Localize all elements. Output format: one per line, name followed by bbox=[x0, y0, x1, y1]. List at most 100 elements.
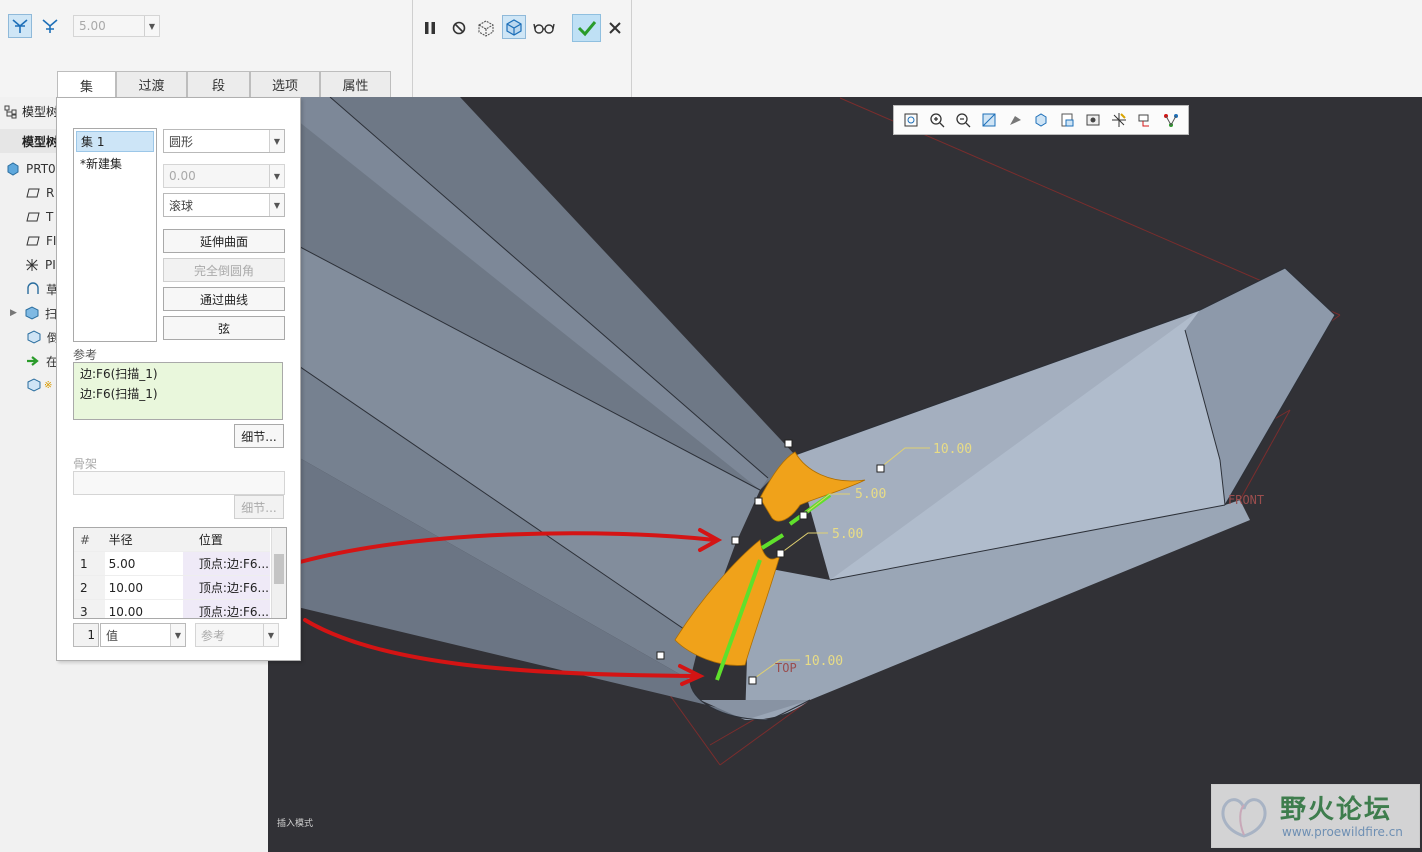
column-header-index: # bbox=[74, 528, 105, 552]
tab-sets[interactable]: 集 bbox=[57, 71, 116, 98]
shape-select[interactable]: 圆形 ▼ bbox=[163, 129, 285, 153]
button-label: 完全倒圆角 bbox=[193, 263, 254, 278]
display-style-icon[interactable] bbox=[1005, 110, 1025, 130]
location-cell[interactable]: 顶点:边:F6... bbox=[182, 575, 270, 600]
perspective-icon[interactable] bbox=[1083, 110, 1103, 130]
tree-item-sweep[interactable]: ▶ 扫 bbox=[10, 301, 57, 325]
select-value: 参考 bbox=[201, 628, 226, 643]
table-row[interactable]: 3 10.00 顶点:边:F6... bbox=[74, 599, 270, 618]
model-tree-header[interactable]: 模型树 bbox=[4, 103, 58, 120]
coordinate-system-icon bbox=[26, 259, 38, 271]
dashboard-ribbon: 5.00 ▼ 集 过渡 段 选项 属性 bbox=[0, 0, 1422, 98]
references-details-button[interactable]: 细节... bbox=[234, 424, 284, 448]
tab-label: 过渡 bbox=[138, 79, 165, 94]
through-curve-button[interactable]: 通过曲线 bbox=[163, 287, 285, 311]
location-cell[interactable]: 顶点:边:F6... bbox=[182, 551, 270, 576]
tree-item-datum-right[interactable]: R bbox=[26, 181, 54, 205]
tree-item-label: R bbox=[46, 186, 55, 200]
mode-select[interactable]: 值 ▼ bbox=[100, 623, 186, 647]
sketch-icon bbox=[27, 282, 39, 294]
chevron-down-icon: ▼ bbox=[269, 130, 284, 152]
tab-properties[interactable]: 属性 bbox=[320, 71, 391, 97]
constant-radius-icon[interactable] bbox=[8, 14, 32, 38]
radius-table[interactable]: # 半径 位置 1 5.00 顶点:边:F6... 2 10.00 顶点:边:F… bbox=[73, 527, 287, 619]
tree-item-label: ※ bbox=[44, 379, 53, 391]
sets-list[interactable]: 集 1 *新建集 bbox=[73, 128, 157, 342]
variable-radius-icon[interactable] bbox=[38, 14, 62, 38]
references-collector[interactable]: 边:F6(扫描_1) 边:F6(扫描_1) bbox=[73, 362, 283, 420]
datum-display-icon[interactable] bbox=[1109, 110, 1129, 130]
button-label: 通过曲线 bbox=[199, 292, 248, 307]
skeleton-collector bbox=[73, 471, 285, 495]
set-item-1[interactable]: 集 1 bbox=[76, 131, 154, 152]
sets-panel: 集 1 *新建集 圆形 ▼ 0.00 ▼ 滚球 ▼ 延伸曲面 完全倒圆角 通过曲… bbox=[56, 97, 301, 661]
forum-watermark: 野火论坛 www.proewildfire.cn bbox=[1211, 784, 1420, 848]
row-count-value: 1 bbox=[87, 628, 95, 642]
no-preview-icon[interactable] bbox=[447, 16, 471, 40]
row-index: 1 bbox=[74, 551, 105, 576]
radius-cell[interactable]: 5.00 bbox=[104, 551, 183, 576]
pause-icon[interactable] bbox=[418, 16, 442, 40]
saved-views-icon[interactable] bbox=[1031, 110, 1051, 130]
scrollbar-thumb[interactable] bbox=[274, 554, 284, 584]
repaint-icon[interactable] bbox=[979, 110, 999, 130]
skeleton-label: 骨架 bbox=[73, 457, 98, 471]
radius-cell[interactable]: 10.00 bbox=[104, 599, 183, 618]
sweep-icon bbox=[25, 306, 39, 320]
chevron-down-icon: ▼ bbox=[170, 624, 185, 646]
tree-item-datum-top[interactable]: T bbox=[26, 205, 53, 229]
attached-preview-icon[interactable] bbox=[502, 15, 526, 39]
zoom-out-icon[interactable] bbox=[953, 110, 973, 130]
tab-label: 属性 bbox=[342, 79, 369, 94]
row-count-field: 1 bbox=[73, 623, 99, 647]
tree-item-sketch[interactable]: 草 bbox=[26, 277, 58, 301]
radius-cell[interactable]: 10.00 bbox=[104, 575, 183, 600]
view-manager-icon[interactable] bbox=[1057, 110, 1077, 130]
geometry-preview-icon[interactable] bbox=[474, 16, 498, 40]
chordal-button[interactable]: 弦 bbox=[163, 316, 285, 340]
cancel-x-icon[interactable] bbox=[603, 16, 627, 40]
ok-checkmark-icon[interactable] bbox=[572, 14, 601, 42]
verify-glasses-icon[interactable] bbox=[532, 16, 556, 40]
tree-item-round[interactable]: 倒 bbox=[26, 325, 59, 349]
rho-value-select: 0.00 ▼ bbox=[163, 164, 285, 188]
tab-options[interactable]: 选项 bbox=[250, 71, 320, 97]
ribbon-divider bbox=[412, 0, 413, 97]
column-title: 模型树 bbox=[22, 135, 59, 149]
spin-center-icon[interactable] bbox=[1161, 110, 1181, 130]
round-icon bbox=[27, 330, 41, 344]
radius-value-combo[interactable]: 5.00 ▼ bbox=[73, 15, 160, 37]
tab-transitions[interactable]: 过渡 bbox=[116, 71, 187, 97]
extend-surfaces-button[interactable]: 延伸曲面 bbox=[163, 229, 285, 253]
reference-item[interactable]: 边:F6(扫描_1) bbox=[80, 365, 276, 382]
expand-arrow-icon[interactable]: ▶ bbox=[10, 308, 24, 318]
tab-pieces[interactable]: 段 bbox=[187, 71, 250, 97]
tree-item-csys[interactable]: PI bbox=[24, 253, 56, 277]
tree-item-part[interactable]: PRT0 bbox=[6, 157, 56, 181]
tree-item-label: T bbox=[46, 210, 54, 224]
tree-item-datum-front[interactable]: FI bbox=[26, 229, 56, 253]
annotation-display-icon[interactable] bbox=[1135, 110, 1155, 130]
watermark-title: 野火论坛 bbox=[1280, 795, 1393, 825]
method-select[interactable]: 滚球 ▼ bbox=[163, 193, 285, 217]
tree-item-insert-here[interactable]: 在 bbox=[26, 349, 58, 373]
tab-label: 段 bbox=[211, 79, 225, 94]
chevron-down-icon: ▼ bbox=[263, 624, 278, 646]
table-scrollbar[interactable] bbox=[271, 528, 286, 618]
column-header-location: 位置 bbox=[182, 528, 270, 552]
annotation-layer bbox=[268, 528, 723, 686]
reference-item[interactable]: 边:F6(扫描_1) bbox=[80, 385, 276, 402]
table-row[interactable]: 1 5.00 顶点:边:F6... bbox=[74, 551, 270, 576]
location-cell[interactable]: 顶点:边:F6... bbox=[182, 599, 270, 618]
table-row[interactable]: 2 10.00 顶点:边:F6... bbox=[74, 575, 270, 600]
tree-item-active-feature[interactable]: ※ bbox=[26, 373, 52, 397]
zoom-fit-icon[interactable] bbox=[901, 110, 921, 130]
zoom-in-icon[interactable] bbox=[927, 110, 947, 130]
round-icon bbox=[27, 378, 41, 392]
set-label: 集 1 bbox=[81, 135, 105, 149]
select-value: 0.00 bbox=[169, 169, 196, 183]
graphics-viewport[interactable]: 10.00 5.00 5.00 10.00 FRONT TOP 插入模式 bbox=[268, 97, 1422, 852]
full-round-button: 完全倒圆角 bbox=[163, 258, 285, 282]
red-annotation-marks bbox=[268, 528, 723, 686]
new-set-item[interactable]: *新建集 bbox=[76, 154, 154, 173]
